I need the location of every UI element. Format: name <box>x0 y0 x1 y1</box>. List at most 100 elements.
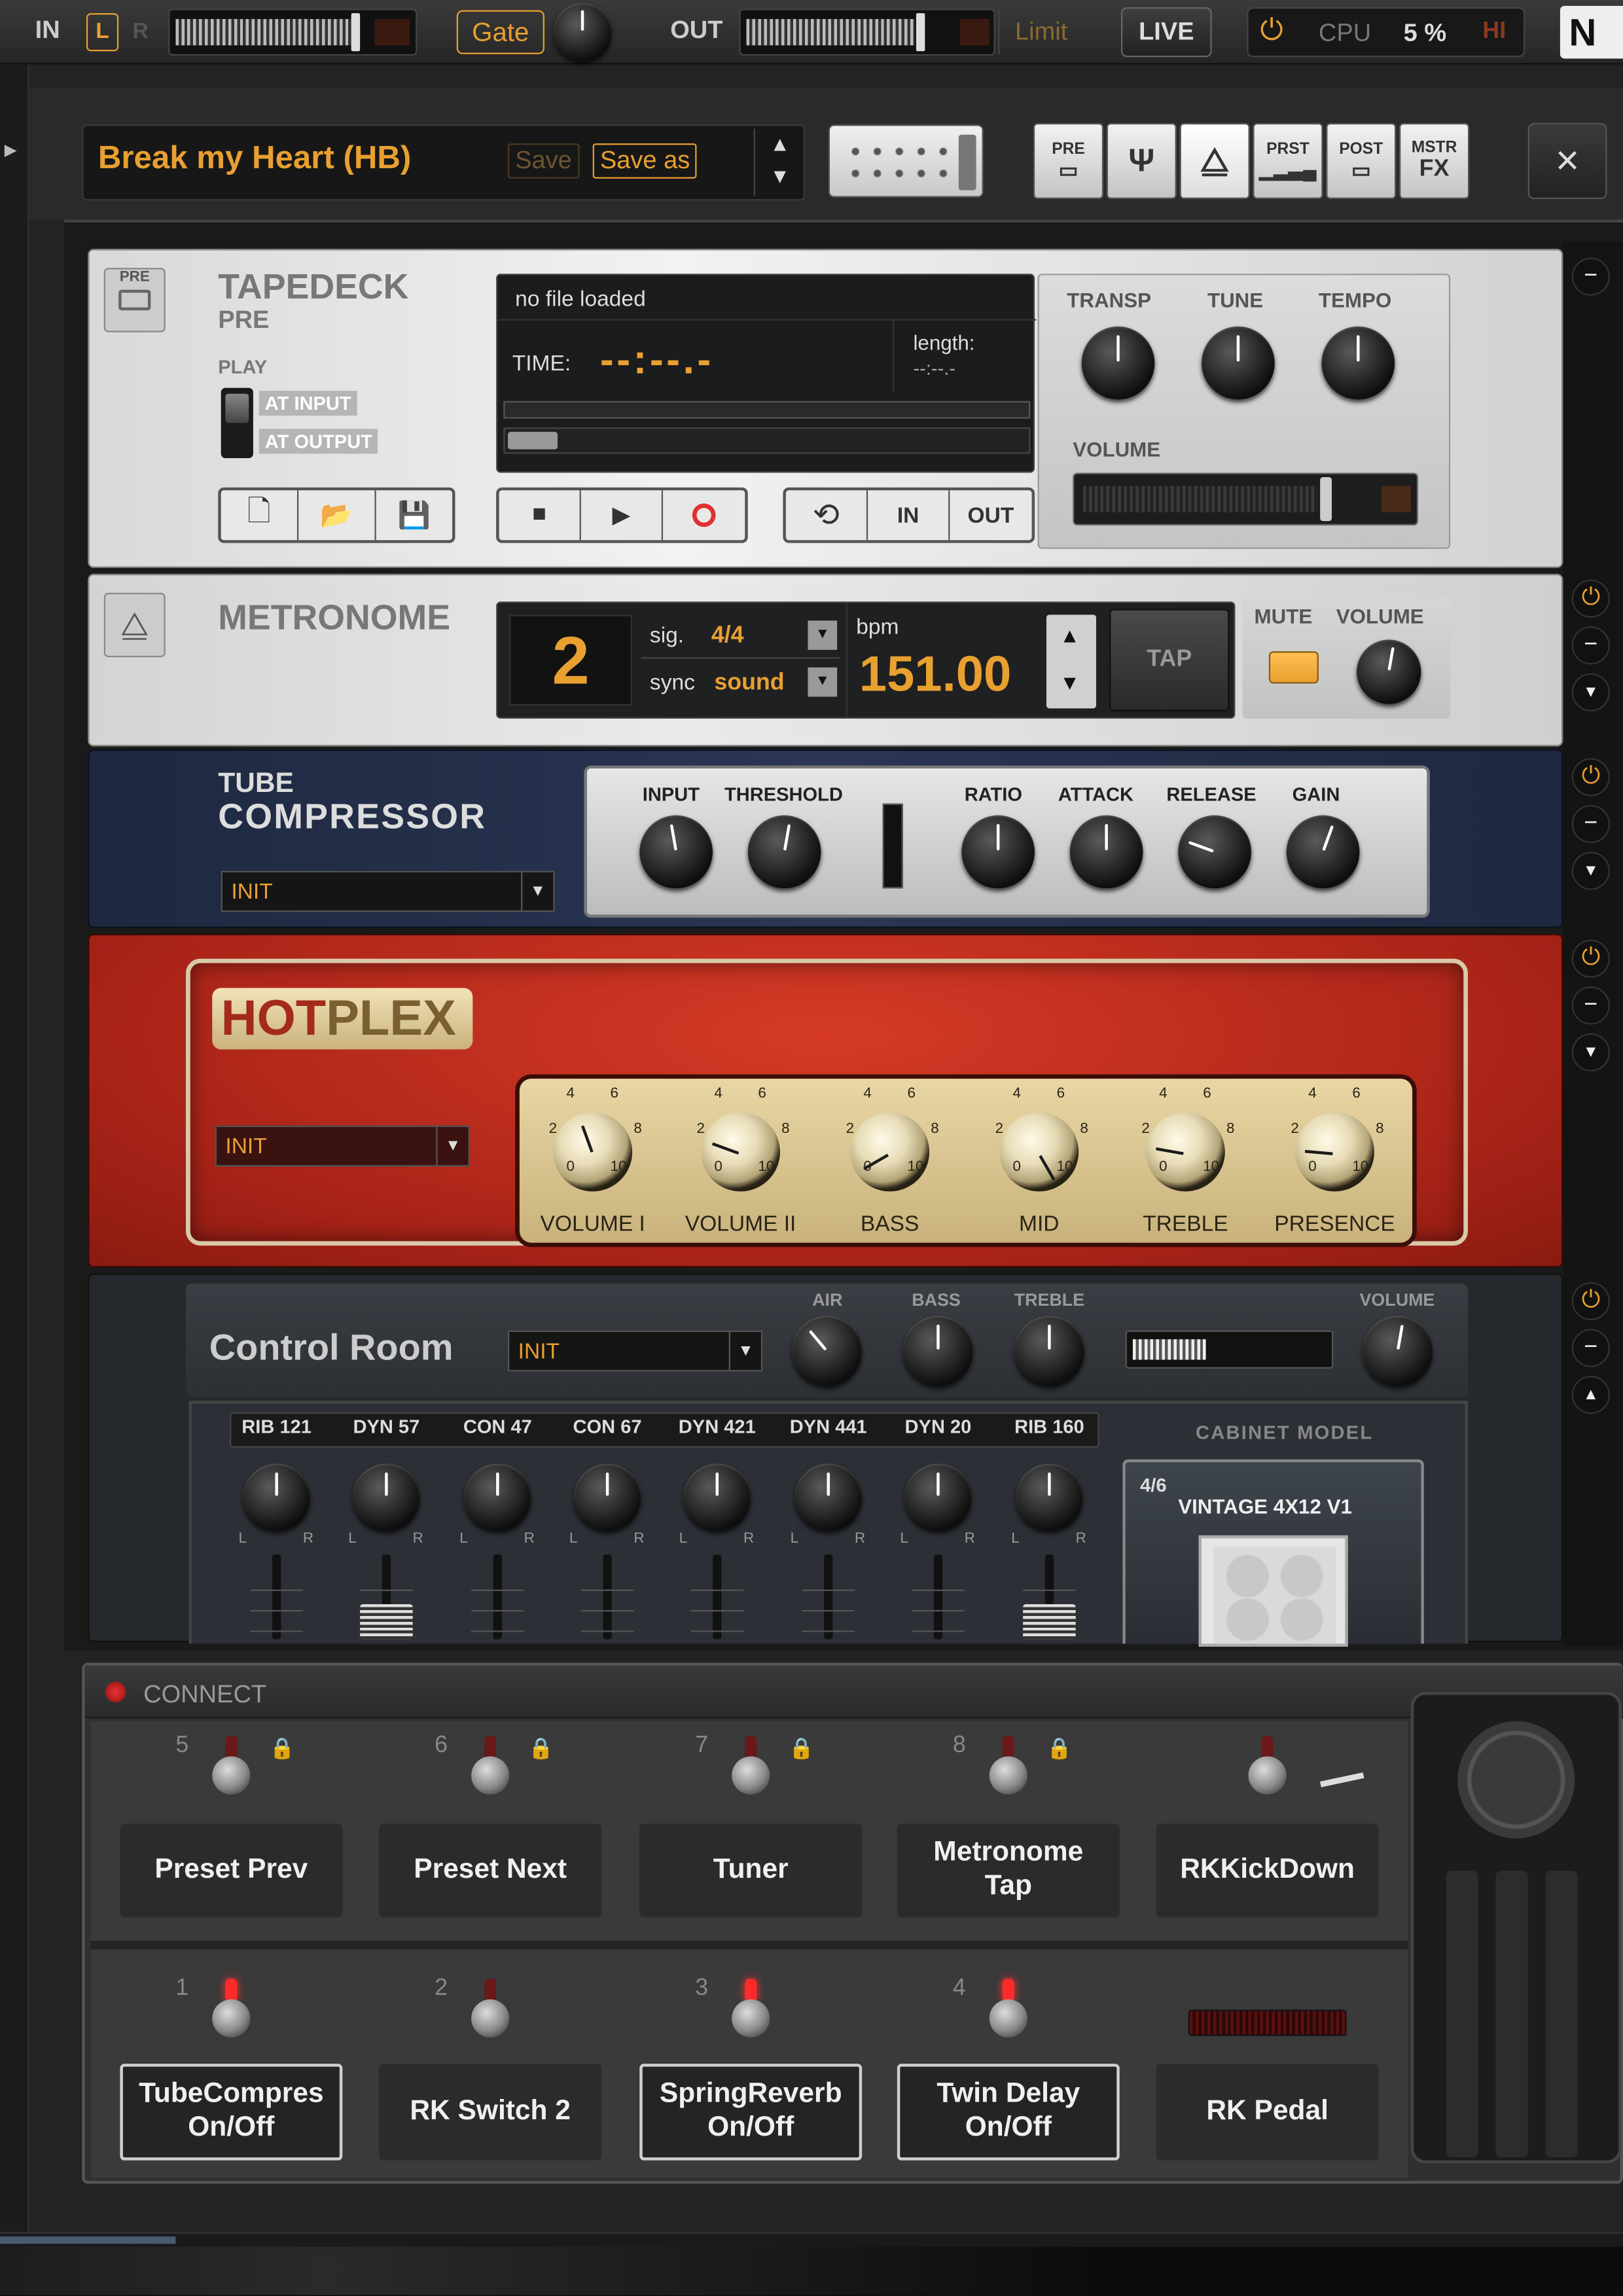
sync-dropdown-icon[interactable]: ▼ <box>808 667 838 697</box>
hi-quality-button[interactable]: HI <box>1482 19 1506 45</box>
position-scrubber[interactable] <box>503 401 1031 419</box>
at-output-option[interactable]: AT OUTPUT <box>259 429 378 454</box>
play-position-switch[interactable] <box>221 387 253 458</box>
hotplex-power-button[interactable]: ⏻ <box>1571 939 1610 978</box>
mic-level-fader[interactable] <box>272 1554 281 1640</box>
cr-treble-knob[interactable] <box>1014 1316 1085 1386</box>
mic-level-fader[interactable] <box>933 1554 943 1640</box>
metronome-minimize-button[interactable]: − <box>1571 626 1610 665</box>
output-level-meter[interactable] <box>739 9 995 56</box>
mute-button[interactable] <box>1268 651 1319 684</box>
footswitch-assignment[interactable]: Metronome Tap <box>897 1823 1120 1918</box>
metronome-volume-knob[interactable] <box>1357 639 1421 704</box>
footswitch-knob[interactable] <box>212 1999 251 2037</box>
volume-handle[interactable] <box>1320 477 1332 522</box>
loop-out-button[interactable]: OUT <box>950 490 1031 540</box>
footswitch-assignment[interactable]: Preset Next <box>379 1823 602 1918</box>
close-rack-button[interactable]: × <box>1527 122 1607 200</box>
bottom-scroll-strip[interactable] <box>0 2232 1623 2247</box>
expression-pedal[interactable] <box>1410 1692 1622 2164</box>
mic-pan-knob[interactable] <box>1015 1463 1083 1532</box>
transpose-knob[interactable] <box>1081 326 1155 400</box>
expand-sidebar-icon[interactable]: ▶ <box>5 141 17 160</box>
gate-threshold-knob[interactable] <box>553 3 612 62</box>
mic-pan-knob[interactable] <box>904 1463 972 1532</box>
mic-level-fader[interactable] <box>824 1554 833 1640</box>
compressor-preset-dropdown[interactable]: INIT ▼ <box>221 870 555 912</box>
lock-icon[interactable]: 🔒 <box>269 1736 294 1761</box>
bpm-display[interactable]: bpm 151.00 ▲ ▼ <box>846 603 1104 717</box>
play-button[interactable]: ▶ <box>581 490 664 541</box>
gate-button[interactable]: Gate <box>456 10 544 54</box>
post-tapedeck-tool[interactable]: POST ▭ <box>1326 122 1397 200</box>
hotplex-expand-button[interactable]: ▼ <box>1571 1033 1610 1071</box>
footswitch-knob[interactable] <box>471 1999 510 2037</box>
control-room-power-button[interactable]: ⏻ <box>1571 1282 1610 1321</box>
hotplex-knob-5[interactable] <box>1146 1112 1225 1192</box>
save-file-button[interactable]: 💾 <box>376 490 452 540</box>
footswitch-assignment[interactable]: Tuner <box>639 1823 863 1918</box>
zoom-scrollbar[interactable] <box>503 427 1031 454</box>
mic-pan-knob[interactable] <box>573 1463 641 1532</box>
preset-prev-next-arrows[interactable]: ▲ ▼ <box>753 128 804 196</box>
sidebar-collapse-strip[interactable]: ▶ <box>0 64 29 2260</box>
preset-tool[interactable]: PRST ▁▂▃▄ <box>1253 122 1323 200</box>
mic-pan-knob[interactable] <box>683 1463 751 1532</box>
save-button[interactable]: Save <box>507 143 580 179</box>
mic-pan-knob[interactable] <box>352 1463 420 1532</box>
live-button[interactable]: LIVE <box>1121 7 1212 58</box>
footswitch-assignment[interactable]: SpringReverb On/Off <box>639 2064 863 2161</box>
master-fx-tool[interactable]: MSTR FX <box>1399 122 1470 200</box>
footswitch-assignment[interactable]: RKKickDown <box>1156 1823 1379 1918</box>
compressor-release-knob[interactable] <box>1178 815 1252 889</box>
at-input-option[interactable]: AT INPUT <box>259 391 357 416</box>
loop-button[interactable]: ⟲ <box>786 490 868 541</box>
control-room-preset-dropdown[interactable]: INIT ▼ <box>507 1330 763 1372</box>
compressor-expand-button[interactable]: ▼ <box>1571 852 1610 890</box>
loop-in-button[interactable]: IN <box>868 490 950 541</box>
sig-dropdown-icon[interactable]: ▼ <box>808 620 838 650</box>
footswitch-knob[interactable] <box>471 1756 510 1795</box>
lock-icon[interactable]: 🔒 <box>789 1736 814 1761</box>
footswitch-assignment[interactable]: Twin Delay On/Off <box>897 2064 1120 2161</box>
tuner-tool[interactable]: Ψ <box>1106 122 1177 200</box>
hotplex-minimize-button[interactable]: − <box>1571 986 1610 1025</box>
pre-tapedeck-tool[interactable]: PRE ▭ <box>1033 122 1104 200</box>
air-knob[interactable] <box>791 1316 863 1386</box>
bpm-stepper[interactable]: ▲ ▼ <box>1046 615 1096 709</box>
new-file-button[interactable]: 🗋 <box>221 490 299 541</box>
bpm-down-icon[interactable]: ▼ <box>1060 670 1080 694</box>
lock-icon[interactable]: 🔒 <box>528 1736 554 1761</box>
tapedeck-volume-slider[interactable] <box>1073 473 1418 526</box>
mic-level-fader[interactable] <box>713 1554 722 1640</box>
footswitch-knob[interactable] <box>1248 1756 1287 1795</box>
footswitch-knob[interactable] <box>212 1756 251 1795</box>
control-room-collapse-button[interactable]: ▲ <box>1571 1376 1610 1414</box>
sync-selector[interactable]: sync sound ▼ <box>641 662 840 706</box>
lock-icon[interactable]: 🔒 <box>1046 1736 1072 1761</box>
stop-button[interactable]: ■ <box>499 490 581 541</box>
footswitch-assignment[interactable]: Preset Prev <box>120 1823 343 1918</box>
bpm-up-icon[interactable]: ▲ <box>1060 624 1080 647</box>
fader-handle[interactable] <box>1023 1604 1076 1640</box>
right-channel-button[interactable]: R <box>124 13 156 51</box>
hotplex-preset-dropdown[interactable]: INIT ▼ <box>215 1125 470 1167</box>
footswitch-knob[interactable] <box>732 1999 770 2037</box>
hotplex-knob-1[interactable] <box>553 1112 633 1192</box>
footswitch-knob[interactable] <box>989 1999 1027 2037</box>
preset-down-icon[interactable]: ▼ <box>770 164 790 187</box>
preset-up-icon[interactable]: ▲ <box>770 132 790 155</box>
cr-bass-knob[interactable] <box>902 1316 974 1386</box>
footswitch-knob[interactable] <box>732 1756 770 1795</box>
hotplex-knob-3[interactable] <box>850 1112 930 1192</box>
footswitch-view-button[interactable] <box>828 124 984 198</box>
tap-button[interactable]: TAP <box>1109 609 1230 711</box>
compressor-minimize-button[interactable]: − <box>1571 804 1610 844</box>
left-channel-button[interactable]: L <box>86 13 119 52</box>
record-button[interactable] <box>663 490 745 540</box>
footswitch-assignment[interactable]: RK Pedal <box>1156 2064 1379 2161</box>
metronome-tool[interactable]: ⧋ <box>1179 122 1250 200</box>
hotplex-knob-6[interactable] <box>1295 1112 1374 1192</box>
tempo-knob[interactable] <box>1321 326 1395 400</box>
limit-button[interactable]: Limit <box>998 10 1083 54</box>
